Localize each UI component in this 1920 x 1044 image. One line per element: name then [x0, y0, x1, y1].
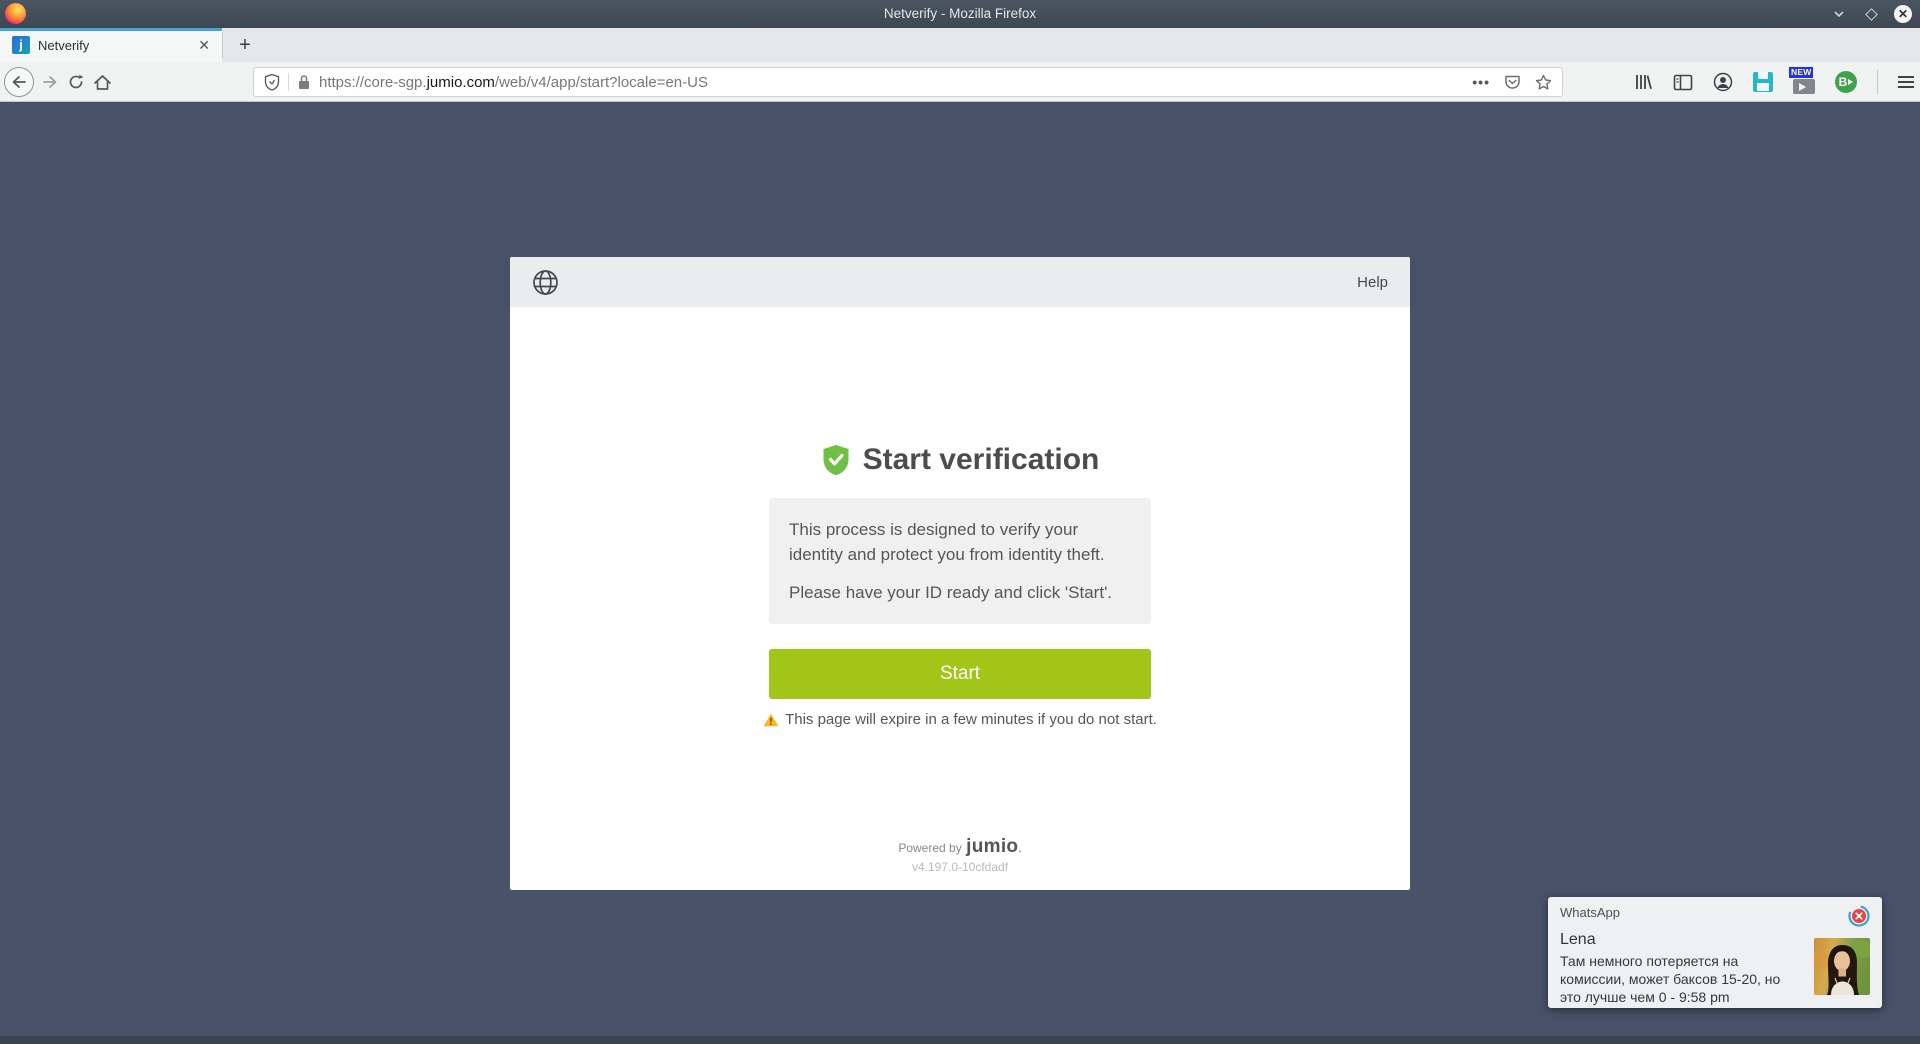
url-path: /web/v4/app/start?locale=en-US [494, 73, 708, 91]
tab-netverify[interactable]: j Netverify ✕ [0, 28, 222, 62]
info-box: This process is designed to verify your … [769, 498, 1151, 624]
lock-icon[interactable] [297, 74, 311, 90]
whatsapp-notification[interactable]: WhatsApp Lena Там немного потеряется на … [1548, 897, 1882, 1008]
close-button[interactable]: ✕ [1894, 5, 1912, 23]
reload-button[interactable] [62, 67, 90, 97]
navigation-toolbar: https://core-sgp.jumio.com/web/v4/app/st… [0, 62, 1920, 102]
sidebar-icon[interactable] [1673, 74, 1693, 91]
card-footer: Powered by jumio. v4.197.0-10cfdadf [510, 836, 1410, 874]
tab-label: Netverify [38, 37, 90, 53]
window-title: Netverify - Mozilla Firefox [883, 6, 1037, 21]
back-button[interactable] [4, 67, 34, 97]
page-actions-icon[interactable]: ••• [1472, 74, 1490, 90]
info-paragraph: This process is designed to verify your … [789, 520, 1105, 564]
language-globe-icon[interactable] [532, 269, 559, 296]
video-downloader-extension-icon[interactable]: NEW [1789, 67, 1815, 94]
jumio-favicon-icon: j [12, 36, 30, 54]
maximize-button[interactable] [1862, 5, 1880, 23]
verification-card: Help Start verification This process is … [510, 257, 1410, 890]
warning-triangle-icon [763, 713, 779, 727]
window-titlebar: Netverify - Mozilla Firefox ✕ [0, 0, 1920, 28]
expiry-warning-row: This page will expire in a few minutes i… [510, 711, 1410, 728]
home-button[interactable] [88, 67, 116, 97]
url-prefix: https://core-sgp. [319, 73, 427, 91]
powered-by-label: Powered by [898, 841, 962, 855]
minimize-button[interactable] [1830, 5, 1848, 23]
bookmark-star-icon[interactable] [1535, 74, 1552, 91]
menu-icon[interactable] [1898, 76, 1914, 88]
forward-button[interactable] [36, 67, 64, 97]
info-paragraph: Please have your ID ready and click 'Sta… [789, 583, 1113, 602]
help-link[interactable]: Help [1357, 274, 1388, 291]
urlbar-separator [288, 73, 289, 91]
page-title: Start verification [862, 443, 1100, 476]
tracking-protection-shield-icon[interactable] [264, 73, 280, 91]
window-controls: ✕ [1830, 0, 1912, 28]
notification-close-icon[interactable] [1848, 905, 1870, 927]
new-badge: NEW [1789, 67, 1814, 78]
notification-app-name: WhatsApp [1560, 905, 1620, 920]
start-button[interactable]: Start [769, 649, 1151, 699]
sender-avatar [1813, 938, 1870, 995]
card-header: Help [510, 257, 1410, 307]
toolbar-right-cluster: NEW B [1634, 62, 1914, 102]
pocket-icon[interactable] [1504, 74, 1521, 90]
url-bar[interactable]: https://core-sgp.jumio.com/web/v4/app/st… [253, 67, 1563, 97]
new-tab-button[interactable]: + [223, 28, 267, 62]
version-label: v4.197.0-10cfdadf [911, 860, 1009, 874]
library-icon[interactable] [1634, 73, 1653, 91]
bottom-edge-strip [0, 1036, 1920, 1044]
jumio-logo: jumio [966, 836, 1019, 857]
save-extension-icon[interactable] [1753, 72, 1773, 92]
b-extension-icon[interactable]: B [1835, 71, 1857, 93]
tab-bar: j Netverify ✕ + [0, 28, 1920, 62]
url-domain: jumio.com [426, 73, 495, 91]
heading-row: Start verification [510, 443, 1410, 477]
account-icon[interactable] [1713, 72, 1733, 92]
notification-message: Там немного потеряется на комиссии, може… [1560, 953, 1781, 1005]
url-text: https://core-sgp.jumio.com/web/v4/app/st… [319, 74, 1464, 91]
tab-close-icon[interactable]: ✕ [194, 37, 214, 54]
shield-check-icon [821, 444, 851, 476]
expiry-warning-text: This page will expire in a few minutes i… [785, 711, 1157, 728]
toolbar-separator [1877, 70, 1878, 94]
